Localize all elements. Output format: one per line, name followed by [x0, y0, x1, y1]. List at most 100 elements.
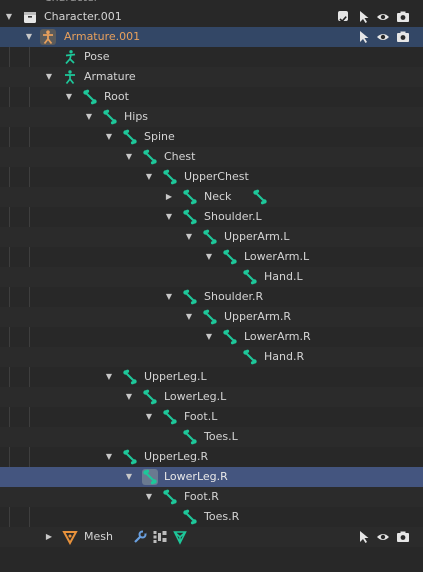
row-label: LowerArm.L — [244, 250, 310, 263]
outliner-row-bone-foot-l[interactable]: ▼ Foot.L — [0, 407, 423, 427]
bone-icon — [202, 309, 218, 325]
row-label: Chest — [164, 150, 196, 163]
bone-icon — [162, 489, 178, 505]
disclosure-expanded-icon[interactable]: ▼ — [123, 147, 135, 167]
select-arrow-icon[interactable] — [357, 10, 371, 24]
outliner-row-bone-toes-l[interactable]: Toes.L — [0, 427, 423, 447]
bone-icon — [182, 189, 198, 205]
bone-icon — [222, 329, 238, 345]
disclosure-expanded-icon[interactable]: ▼ — [183, 307, 195, 327]
row-label: LowerLeg.L — [164, 390, 227, 403]
outliner-row-bone-hips[interactable]: ▼ Hips — [0, 107, 423, 127]
disclosure-expanded-icon[interactable]: ▼ — [23, 27, 35, 47]
outliner-row-bone-upperleg-r[interactable]: ▼ UpperLeg.R — [0, 447, 423, 467]
bone-icon — [202, 229, 218, 245]
bone-icon — [182, 429, 198, 445]
disclosure-expanded-icon[interactable]: ▼ — [203, 327, 215, 347]
bone-icon — [142, 149, 158, 165]
row-label: LowerArm.R — [244, 330, 311, 343]
disclosure-expanded-icon[interactable]: ▼ — [123, 467, 135, 487]
outliner-row-bone-lowerleg-l[interactable]: ▼ LowerLeg.L — [0, 387, 423, 407]
disclosure-expanded-icon[interactable]: ▼ — [3, 7, 15, 27]
outliner-row-bone-spine[interactable]: ▼ Spine — [0, 127, 423, 147]
bone-icon — [182, 289, 198, 305]
row-label: Shoulder.R — [204, 290, 264, 303]
row-label: Root — [104, 90, 129, 103]
row-label: Foot.R — [184, 490, 219, 503]
disclosure-expanded-icon[interactable]: ▼ — [143, 167, 155, 187]
armature-object-icon — [40, 29, 56, 45]
row-label: UpperLeg.L — [144, 370, 207, 383]
child-bone-icon[interactable] — [252, 189, 268, 205]
checkbox-icon[interactable] — [338, 11, 348, 23]
row-label: LowerLeg.R — [164, 470, 228, 483]
outliner-row-mesh[interactable]: ▶ Mesh — [0, 527, 423, 547]
outliner-row-bone-chest[interactable]: ▼ Chest — [0, 147, 423, 167]
bone-icon — [122, 369, 138, 385]
outliner-row-bone-toes-r[interactable]: Toes.R — [0, 507, 423, 527]
outliner-row-bone-lowerarm-l[interactable]: ▼ LowerArm.L — [0, 247, 423, 267]
outliner-row-bone-lowerarm-r[interactable]: ▼ LowerArm.R — [0, 327, 423, 347]
disclosure-collapsed-icon[interactable]: ▶ — [163, 187, 175, 207]
bone-icon — [82, 89, 98, 105]
disclosure-expanded-icon[interactable]: ▼ — [143, 407, 155, 427]
bone-icon — [142, 469, 158, 485]
vertex-groups-icon[interactable] — [152, 529, 168, 545]
outliner-row-character-001[interactable]: ▼ Character.001 — [0, 7, 423, 27]
eye-icon[interactable] — [376, 10, 390, 24]
outliner-row-bone-neck[interactable]: ▶ Neck — [0, 187, 423, 207]
outliner-row-bone-upperchest[interactable]: ▼ UpperChest — [0, 167, 423, 187]
outliner-row-bone-lowerleg-r[interactable]: ▼ LowerLeg.R — [0, 467, 423, 487]
outliner-row-bone-upperleg-l[interactable]: ▼ UpperLeg.L — [0, 367, 423, 387]
row-label: Hand.R — [264, 350, 305, 363]
camera-icon[interactable] — [396, 10, 410, 24]
disclosure-expanded-icon[interactable]: ▼ — [103, 367, 115, 387]
row-label: Hips — [124, 110, 149, 123]
row-label: Hand.L — [264, 270, 303, 283]
disclosure-expanded-icon[interactable]: ▼ — [163, 207, 175, 227]
outliner-row-bone-shoulder-l[interactable]: ▼ Shoulder.L — [0, 207, 423, 227]
outliner-row-bone-upperarm-l[interactable]: ▼ UpperArm.L — [0, 227, 423, 247]
select-arrow-icon[interactable] — [357, 530, 371, 544]
mesh-object-icon — [62, 529, 78, 545]
row-label: Character.001 — [44, 10, 122, 23]
row-label: Armature — [84, 70, 136, 83]
disclosure-expanded-icon[interactable]: ▼ — [63, 87, 75, 107]
row-label: Shoulder.L — [204, 210, 262, 223]
outliner-row-bone-hand-l[interactable]: Hand.L — [0, 267, 423, 287]
outliner-row-bone-root[interactable]: ▼ Root — [0, 87, 423, 107]
row-label: Toes.R — [204, 510, 240, 523]
outliner-row-bone-hand-r[interactable]: Hand.R — [0, 347, 423, 367]
disclosure-expanded-icon[interactable]: ▼ — [203, 247, 215, 267]
armature-data-icon — [62, 69, 78, 85]
row-label: UpperArm.R — [224, 310, 292, 323]
disclosure-expanded-icon[interactable]: ▼ — [103, 447, 115, 467]
disclosure-collapsed-icon[interactable]: ▶ — [43, 527, 55, 547]
disclosure-expanded-icon[interactable]: ▼ — [123, 387, 135, 407]
disclosure-expanded-icon[interactable]: ▼ — [103, 127, 115, 147]
eye-icon[interactable] — [376, 530, 390, 544]
outliner-row-armature-001[interactable]: ▼ Armature.001 — [0, 27, 423, 47]
bone-icon — [182, 509, 198, 525]
bone-icon — [182, 209, 198, 225]
row-label: UpperArm.L — [224, 230, 290, 243]
disclosure-expanded-icon[interactable]: ▼ — [183, 227, 195, 247]
select-arrow-icon[interactable] — [357, 30, 371, 44]
outliner-row-bone-shoulder-r[interactable]: ▼ Shoulder.R — [0, 287, 423, 307]
row-label: Spine — [144, 130, 175, 143]
disclosure-expanded-icon[interactable]: ▼ — [163, 287, 175, 307]
outliner-row-bone-upperarm-r[interactable]: ▼ UpperArm.R — [0, 307, 423, 327]
bone-icon — [142, 389, 158, 405]
camera-icon[interactable] — [396, 30, 410, 44]
disclosure-expanded-icon[interactable]: ▼ — [83, 107, 95, 127]
eye-icon[interactable] — [376, 30, 390, 44]
outliner-row-pose[interactable]: Pose — [0, 47, 423, 67]
wrench-icon[interactable] — [132, 529, 148, 545]
disclosure-expanded-icon[interactable]: ▼ — [43, 67, 55, 87]
mesh-data-icon[interactable] — [172, 529, 188, 545]
outliner-row-bone-foot-r[interactable]: ▼ Foot.R — [0, 487, 423, 507]
camera-icon[interactable] — [396, 530, 410, 544]
disclosure-expanded-icon[interactable]: ▼ — [143, 487, 155, 507]
outliner-row-armature-data[interactable]: ▼ Armature — [0, 67, 423, 87]
row-label: Neck — [204, 190, 232, 203]
